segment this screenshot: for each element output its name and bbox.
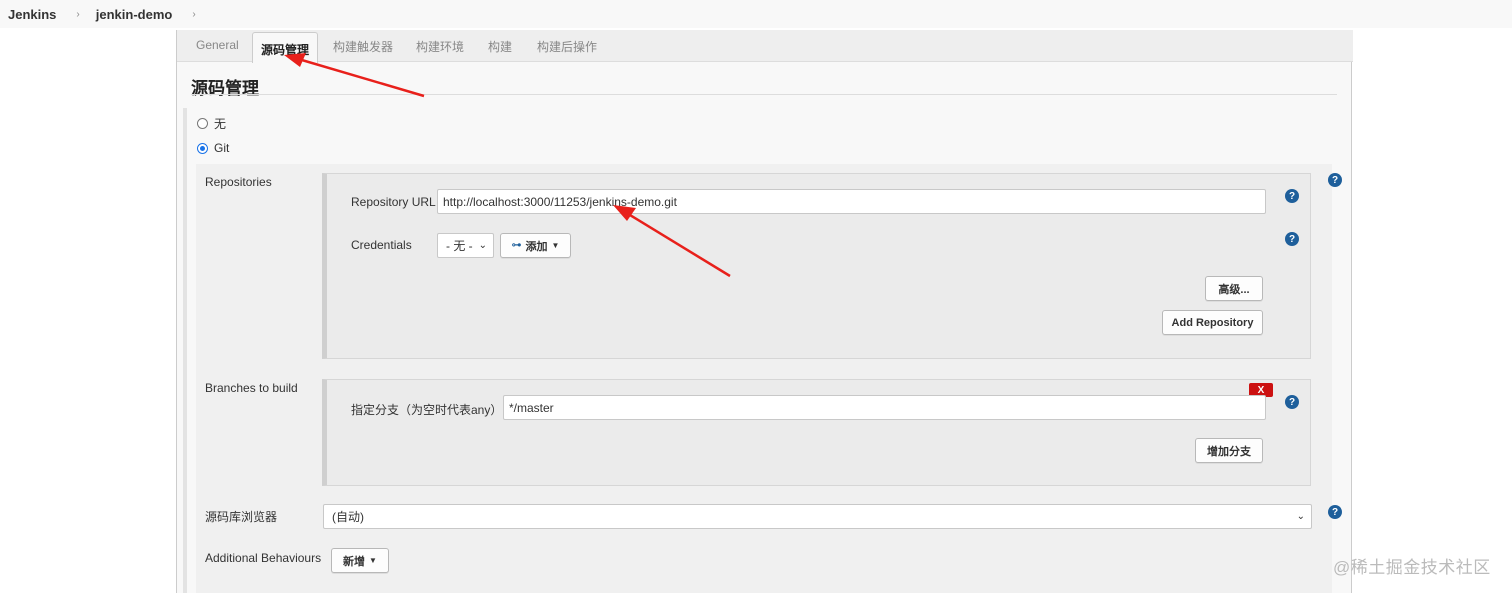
section-divider [191, 94, 1337, 95]
scm-option-none-label: 无 [214, 117, 227, 131]
add-branch-button[interactable]: 增加分支 [1195, 438, 1263, 463]
tab-build-env[interactable]: 构建环境 [416, 38, 464, 55]
repository-url-value: http://localhost:3000/11253/jenkins-demo… [443, 194, 677, 209]
tab-post-build[interactable]: 构建后操作 [537, 38, 597, 55]
tab-general[interactable]: General [196, 38, 239, 52]
chevron-down-icon: ⌄ [478, 240, 487, 251]
repo-browser-value: (自动) [332, 510, 364, 524]
help-icon[interactable]: ? [1285, 232, 1299, 246]
add-behaviour-label: 新增 [343, 555, 366, 568]
add-credentials-button[interactable]: ⊶ 添加 ▼ [500, 233, 571, 258]
repo-browser-select[interactable]: (自动) ⌄ [323, 504, 1312, 529]
chevron-down-icon: ⌄ [1296, 511, 1305, 522]
branch-spec-input[interactable]: */master [503, 395, 1266, 420]
help-icon[interactable]: ? [1285, 189, 1299, 203]
advanced-button[interactable]: 高级... [1205, 276, 1263, 301]
tab-scm[interactable]: 源码管理 [252, 32, 319, 63]
caret-down-icon: ▼ [369, 556, 377, 565]
help-icon[interactable]: ? [1328, 173, 1342, 187]
section-left-bar [183, 108, 187, 593]
breadcrumb-item-job[interactable]: jenkin-demo [96, 7, 173, 22]
credentials-select-value: - 无 - [446, 239, 473, 253]
breadcrumb-item-jenkins[interactable]: Jenkins [8, 7, 56, 22]
chevron-right-icon: › [76, 8, 80, 20]
scm-option-none[interactable]: 无 [197, 115, 226, 132]
branches-label: Branches to build [205, 381, 298, 395]
radio-git[interactable] [197, 142, 208, 154]
repository-block: Repository URL http://localhost:3000/112… [322, 173, 1311, 359]
config-tabs: General 源码管理 构建触发器 构建环境 构建 构建后操作 [177, 30, 1353, 63]
repositories-label: Repositories [205, 175, 272, 189]
branch-spec-value: */master [509, 400, 554, 415]
breadcrumb: Jenkins › jenkin-demo › [0, 0, 1512, 28]
chevron-right-icon[interactable]: › [192, 9, 195, 20]
repository-url-label: Repository URL [351, 195, 436, 209]
radio-none[interactable] [197, 118, 208, 129]
add-repository-button[interactable]: Add Repository [1162, 310, 1263, 335]
add-behaviour-button[interactable]: 新增 ▼ [331, 548, 389, 573]
repository-url-input[interactable]: http://localhost:3000/11253/jenkins-demo… [437, 189, 1266, 214]
credentials-label: Credentials [351, 238, 412, 252]
watermark: @稀土掘金技术社区 [1333, 558, 1491, 577]
tab-build[interactable]: 构建 [488, 38, 512, 55]
section-title: 源码管理 [191, 79, 259, 98]
scm-option-git[interactable]: Git [197, 141, 229, 155]
credentials-select[interactable]: - 无 - ⌄ [437, 233, 494, 258]
additional-behaviours-label: Additional Behaviours [205, 551, 322, 565]
help-icon[interactable]: ? [1328, 505, 1342, 519]
add-credentials-label: 添加 [525, 240, 548, 253]
caret-down-icon: ▼ [551, 241, 560, 250]
help-icon[interactable]: ? [1285, 395, 1299, 409]
repo-browser-label: 源码库浏览器 [205, 510, 278, 524]
scm-option-git-label: Git [214, 141, 230, 155]
git-config-block: Repositories Repository URL http://local… [196, 164, 1332, 593]
config-panel: General 源码管理 构建触发器 构建环境 构建 构建后操作 源码管理 无 … [176, 30, 1353, 593]
key-icon: ⊶ [511, 240, 522, 251]
branch-spec-label: 指定分支（为空时代表any） [351, 403, 503, 417]
tab-triggers[interactable]: 构建触发器 [333, 38, 393, 55]
branch-block: X 指定分支（为空时代表any） */master 增加分支 [322, 379, 1311, 486]
